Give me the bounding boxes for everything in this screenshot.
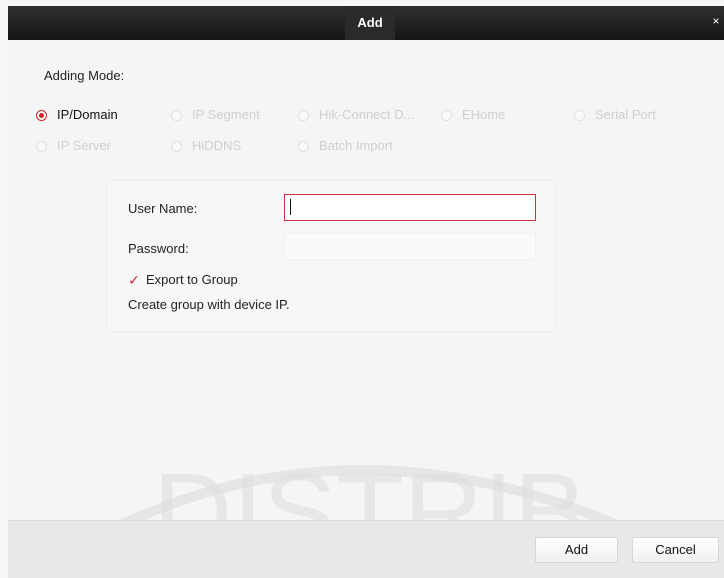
text-caret [290,199,291,215]
radio-label: IP/Domain [57,107,118,122]
group-hint-text: Create group with device IP. [128,297,290,312]
radio-label: Batch Import [319,138,393,153]
user-name-label: User Name: [128,201,198,216]
close-icon[interactable]: × [710,14,722,28]
radio-label: Hik-Connect D... [319,107,415,122]
radio-label: Serial Port [595,107,656,122]
password-label: Password: [128,241,189,256]
add-device-dialog: Add × Adding Mode: IP/Domain IP Segment … [0,0,724,578]
adding-mode-label: Adding Mode: [44,68,125,83]
radio-serial-port[interactable]: Serial Port [574,106,656,124]
radio-label: IP Server [57,138,111,153]
radio-indicator [298,140,309,152]
radio-indicator [574,109,585,121]
radio-hiddns[interactable]: HiDDNS [171,137,241,155]
radio-indicator [171,109,182,121]
user-name-input[interactable] [284,194,536,221]
checkmark-icon: ✓ [128,271,140,288]
add-button[interactable]: Add [535,537,618,563]
export-to-group-label: Export to Group [146,272,238,287]
cancel-button[interactable]: Cancel [632,537,719,563]
radio-indicator [298,109,309,121]
password-input[interactable] [284,233,536,260]
radio-label: EHome [462,107,506,122]
radio-indicator [36,109,47,121]
radio-ip-domain[interactable]: IP/Domain [36,106,118,124]
radio-ip-server[interactable]: IP Server [36,137,111,155]
radio-ip-segment[interactable]: IP Segment [171,106,260,124]
radio-hik-connect[interactable]: Hik-Connect D... [298,106,414,124]
radio-indicator [36,140,47,152]
radio-label: IP Segment [192,107,260,122]
dialog-title: Add [345,6,395,40]
radio-batch-import[interactable]: Batch Import [298,137,393,155]
export-to-group-checkbox[interactable]: ✓ Export to Group [128,272,238,287]
radio-label: HiDDNS [192,138,242,153]
radio-indicator [171,140,182,152]
radio-ehome[interactable]: EHome [441,106,505,124]
radio-indicator [441,109,452,121]
